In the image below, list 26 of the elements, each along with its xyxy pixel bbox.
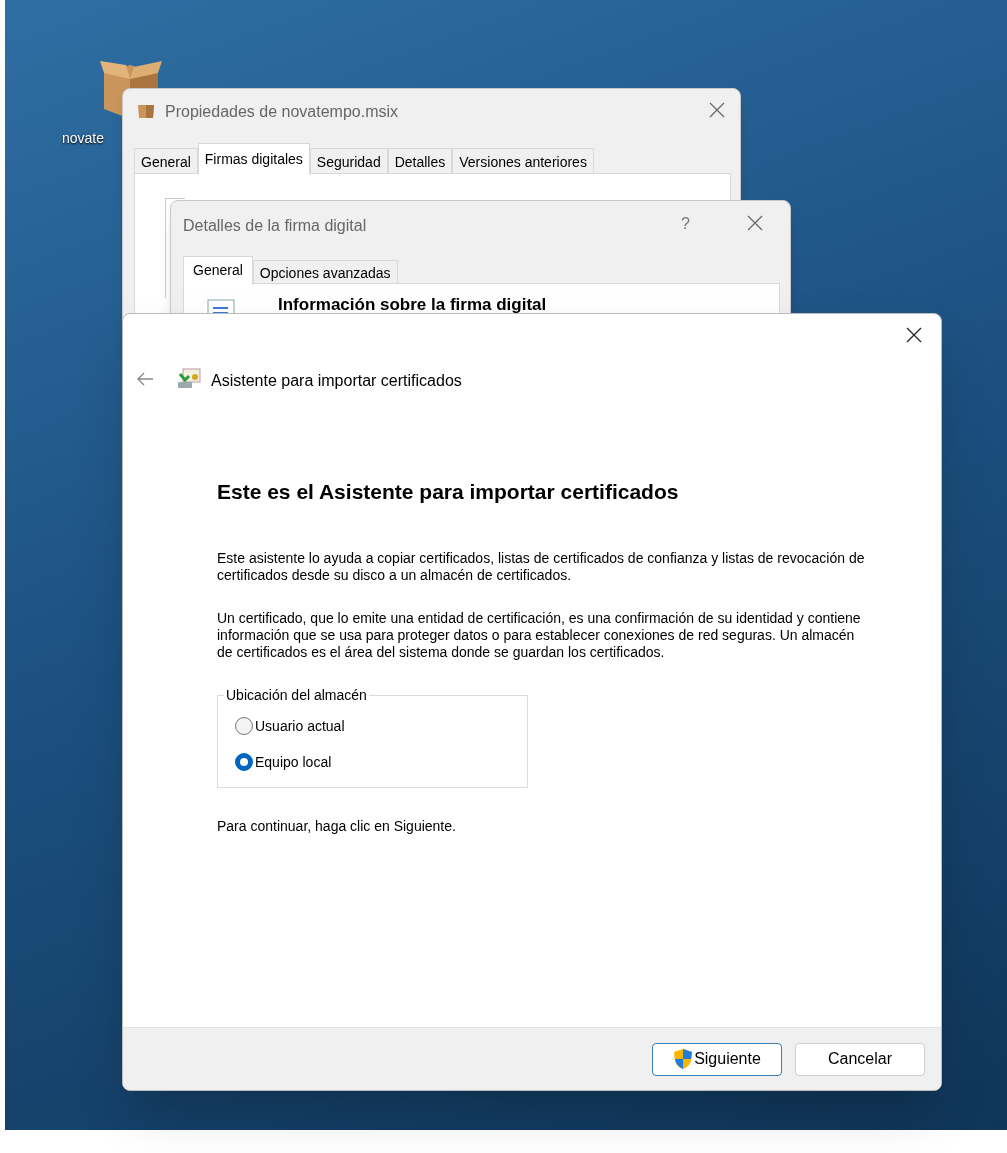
hint-text: Para continuar, haga clic en Siguiente.: [217, 816, 457, 836]
tab[interactable]: General: [183, 256, 253, 285]
window-title: Detalles de la firma digital: [183, 216, 367, 236]
certificate-import-icon: [177, 368, 201, 390]
desktop-icon-label: novate: [62, 129, 105, 148]
tab[interactable]: Seguridad: [309, 148, 388, 175]
tab[interactable]: General: [134, 148, 198, 175]
tab[interactable]: Versiones anteriores: [452, 148, 594, 175]
close-icon[interactable]: [906, 327, 922, 343]
help-button[interactable]: ?: [681, 212, 690, 236]
shield-icon: [673, 1048, 694, 1070]
paragraph: Un certificado, que lo emite una entidad de certificación, es una confirmación de su identidad y contiene información que se usa para proteger datos o para establecer conexiones de red seguras. Un almacén de certificados es el área del sistema donde se guardan los certificados.: [217, 609, 862, 661]
wizard-title: Asistente para importar certificados: [211, 371, 462, 391]
tab[interactable]: Firmas digitales: [197, 143, 310, 175]
next-button[interactable]: Siguiente: [652, 1042, 782, 1076]
paragraph: Este asistente lo ayuda a copiar certificados, listas de certificados de confianza y listas de revocación de certificados desde su disco a un almacén de certificados.: [217, 549, 866, 584]
radio-label[interactable]: Usuario actual: [255, 715, 345, 737]
radio-button[interactable]: [235, 717, 253, 735]
back-arrow-icon[interactable]: [136, 371, 154, 387]
cancel-button[interactable]: Cancelar: [795, 1042, 925, 1076]
radio-button[interactable]: [235, 753, 253, 771]
tab[interactable]: Opciones avanzadas: [252, 260, 398, 285]
wizard-heading: Este es el Asistente para importar certificados: [217, 479, 680, 505]
section-heading: Información sobre la firma digital: [278, 296, 547, 314]
radio-label[interactable]: Equipo local: [255, 751, 332, 773]
window-title: Propiedades de novatempo.msix: [165, 102, 399, 122]
